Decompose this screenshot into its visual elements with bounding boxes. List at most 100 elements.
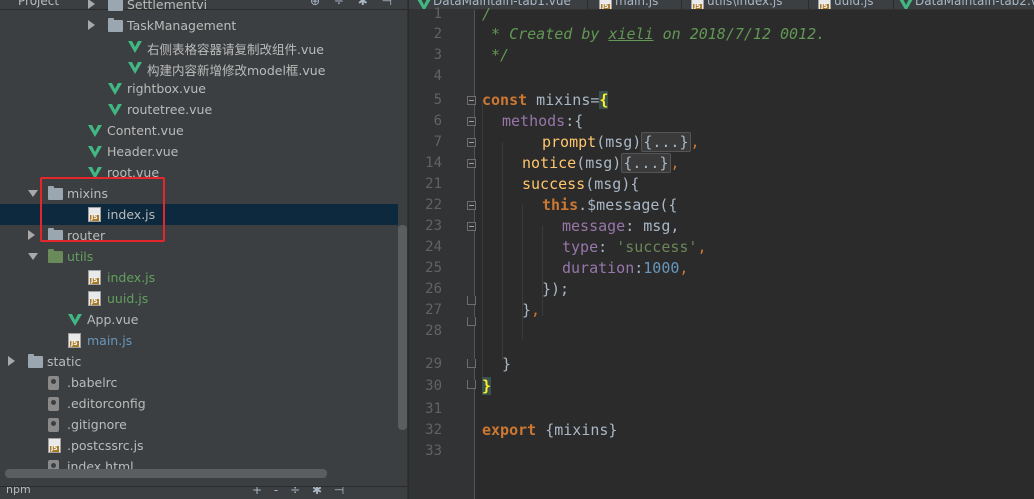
tree-item-label: uuid.js <box>107 291 149 306</box>
tree-item[interactable]: .babelrc <box>0 372 398 393</box>
tree-item[interactable]: uuid.js <box>0 288 398 309</box>
tab-label: DataMaintain-tab2.vu <box>915 0 1034 8</box>
tree-item[interactable]: .postcssrc.js <box>0 435 398 456</box>
expand-arrow-icon[interactable] <box>28 190 38 197</box>
js-file-icon <box>48 438 61 453</box>
fold-marker[interactable] <box>467 117 476 126</box>
tree-item[interactable]: 构建内容新增修改model框.vue <box>0 57 398 78</box>
collapse-arrow-icon[interactable] <box>8 356 15 366</box>
tree-item[interactable]: Settlementvi <box>0 0 398 15</box>
fold-end-marker[interactable] <box>467 359 476 368</box>
tab-label: main.js <box>615 0 659 8</box>
line-number: 27 <box>425 302 442 318</box>
remove-icon[interactable]: - <box>274 487 278 497</box>
code-line-21: success(msg){ <box>522 175 640 193</box>
horizontal-scrollbar[interactable] <box>5 469 327 478</box>
fold-marker[interactable] <box>467 222 476 231</box>
tree-item-label: TaskManagement <box>127 18 237 33</box>
vue-file-icon <box>128 41 142 53</box>
code-line-22: this.$message({ <box>542 196 678 214</box>
collapse-arrow-icon[interactable] <box>88 20 95 30</box>
line-number: 26 <box>425 281 442 297</box>
js-file-icon <box>68 333 81 348</box>
line-number: 33 <box>425 443 442 459</box>
code-line-26: }); <box>542 280 570 298</box>
line-number: 29 <box>425 356 442 372</box>
fold-end-marker[interactable] <box>467 296 476 305</box>
tree-item[interactable]: TaskManagement <box>0 15 398 36</box>
tab-uuid-js[interactable]: uuid.js <box>814 0 874 9</box>
fold-end-marker[interactable] <box>467 380 476 389</box>
tree-item[interactable]: main.js <box>0 330 398 351</box>
code-line-7: prompt(msg) {...}, <box>542 132 700 152</box>
code-line-30: } <box>482 377 492 395</box>
hide-icon[interactable]: ⊣ <box>334 487 344 497</box>
folder-icon <box>28 354 43 368</box>
tab-utils-index-js[interactable]: utils\index.js <box>687 0 783 9</box>
tree-item[interactable]: App.vue <box>0 309 398 330</box>
tree-item[interactable]: rightbox.vue <box>0 78 398 99</box>
fold-marker[interactable] <box>467 138 476 147</box>
tree-item[interactable]: 右侧表格容器请复制改组件.vue <box>0 36 398 57</box>
add-icon[interactable]: + <box>252 487 262 497</box>
tree-item[interactable]: .gitignore <box>0 414 398 435</box>
line-number: 22 <box>425 197 442 213</box>
code-line-29: } <box>502 355 512 373</box>
tab-label: uuid.js <box>834 0 874 8</box>
js-file-icon <box>88 270 101 285</box>
tree-item-label: main.js <box>87 333 133 348</box>
vue-file-icon <box>88 146 102 158</box>
tree-item[interactable]: index.js <box>0 267 398 288</box>
code-line-1: / <box>482 5 492 23</box>
code-line-3: */ <box>482 46 510 64</box>
tree-item[interactable]: static <box>0 351 398 372</box>
collapse-icon[interactable]: ÷ <box>290 487 300 497</box>
npm-toolbar: + - ÷ ✱ ⊣ <box>252 487 352 497</box>
folded-code-region[interactable]: {...} <box>621 153 671 173</box>
tree-item-label: Settlementvi <box>127 0 208 12</box>
fold-marker[interactable] <box>467 201 476 210</box>
tree-item[interactable]: Header.vue <box>0 141 398 162</box>
code-line-25: duration:1000, <box>562 259 689 277</box>
tab-main-js[interactable]: main.js <box>595 0 659 9</box>
config-file-icon <box>48 418 59 432</box>
js-file-icon <box>88 291 101 306</box>
config-file-icon <box>48 376 59 390</box>
tree-item-label: .gitignore <box>67 417 127 432</box>
line-number: 7 <box>433 134 442 150</box>
line-number: 3 <box>433 47 442 63</box>
tree-item-label: .editorconfig <box>67 396 146 411</box>
tree-item[interactable]: Content.vue <box>0 120 398 141</box>
code-editor[interactable]: / * Created by xieli on 2018/7/12 0012. … <box>476 5 1034 499</box>
js-file-icon <box>599 0 612 9</box>
tree-item-label: index.js <box>107 270 156 285</box>
folded-code-region[interactable]: {...} <box>641 132 691 152</box>
code-line-2: * Created by xieli on 2018/7/12 0012. <box>482 25 826 43</box>
tab-datamaintain-tab2[interactable]: DataMaintain-tab2.vu <box>895 0 1034 9</box>
npm-panel-header: npm + - ÷ ✱ ⊣ <box>0 486 407 499</box>
fold-marker[interactable] <box>467 96 476 105</box>
line-number: 24 <box>425 239 442 255</box>
gear-icon[interactable]: ✱ <box>312 487 322 497</box>
collapse-arrow-icon[interactable] <box>88 0 95 9</box>
line-number: 14 <box>425 155 442 171</box>
line-number: 23 <box>425 218 442 234</box>
line-number: 5 <box>433 92 442 108</box>
folder-icon <box>108 0 123 11</box>
tree-item[interactable]: routetree.vue <box>0 99 398 120</box>
code-line-14: notice(msg) {...}, <box>522 153 680 173</box>
fold-marker[interactable] <box>467 159 476 168</box>
npm-panel-title[interactable]: npm <box>6 487 31 496</box>
tree-item[interactable]: utils <box>0 246 398 267</box>
vue-file-icon <box>899 0 913 9</box>
code-line-5: const mixins={ <box>482 91 609 109</box>
collapse-arrow-icon[interactable] <box>28 230 35 240</box>
expand-arrow-icon[interactable] <box>28 253 38 260</box>
tree-item-label: Header.vue <box>107 144 179 159</box>
vue-file-icon <box>128 62 142 74</box>
fold-end-marker[interactable] <box>467 317 476 326</box>
line-number: 4 <box>433 68 442 84</box>
vertical-scrollbar[interactable] <box>398 225 407 430</box>
vue-file-icon <box>68 314 82 326</box>
tree-item[interactable]: .editorconfig <box>0 393 398 414</box>
